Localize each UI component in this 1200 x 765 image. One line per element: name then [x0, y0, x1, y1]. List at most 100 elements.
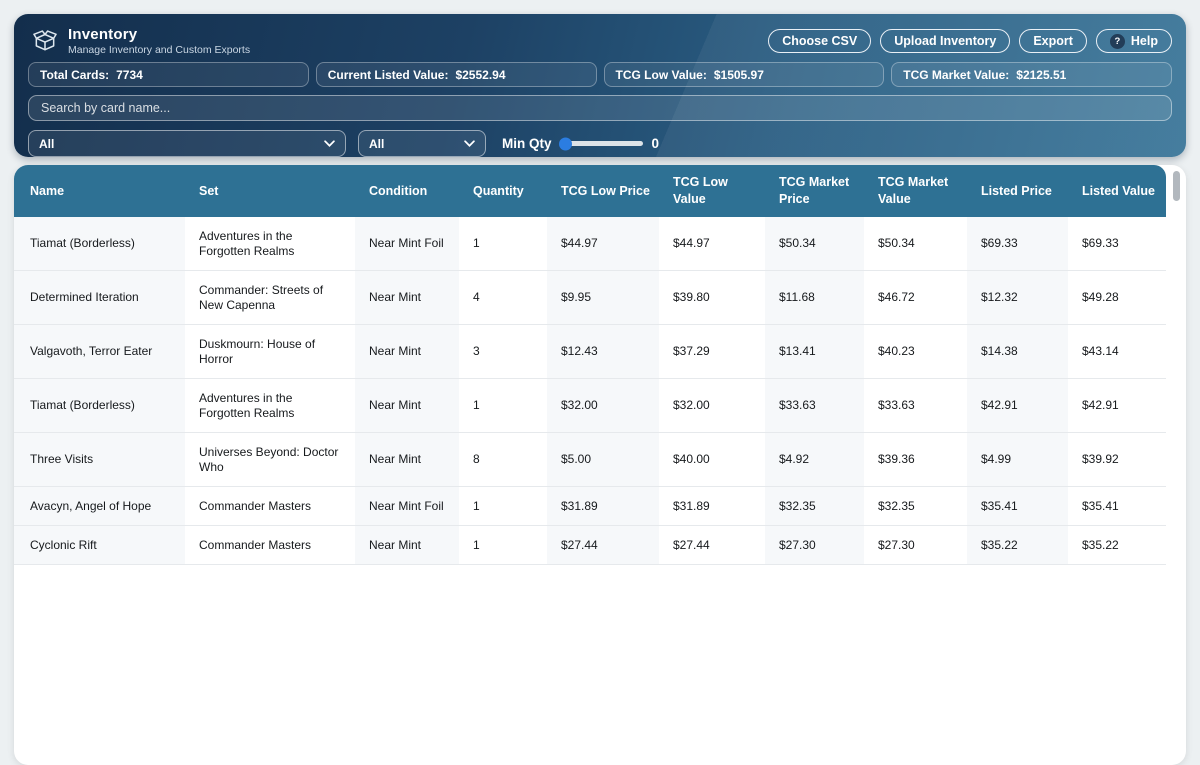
column-header: Quantity — [459, 165, 547, 217]
table-cell: $32.35 — [864, 487, 967, 526]
table-row: Cyclonic RiftCommander MastersNear Mint1… — [14, 526, 1166, 565]
button-label: Upload Inventory — [894, 34, 996, 48]
table-cell: $12.43 — [547, 325, 659, 379]
table-cell: $44.97 — [659, 217, 765, 271]
table-cell: $33.63 — [765, 379, 864, 433]
table-cell: $40.00 — [659, 433, 765, 487]
table-cell: Avacyn, Angel of Hope — [14, 487, 185, 526]
table-cell: Near Mint — [355, 526, 459, 565]
filter-dropdown-1-value: All — [39, 137, 54, 151]
table-cell: $9.95 — [547, 271, 659, 325]
stat-box: TCG Low Value: $1505.97 — [604, 62, 885, 87]
table-cell: Universes Beyond: Doctor Who — [185, 433, 355, 487]
column-header: TCG Market Value — [864, 165, 967, 217]
table-cell: 1 — [459, 487, 547, 526]
table-cell: $32.00 — [659, 379, 765, 433]
table-cell: Duskmourn: House of Horror — [185, 325, 355, 379]
header-buttons: Choose CSV Upload Inventory Export ?Help — [768, 29, 1172, 53]
table-cell: 3 — [459, 325, 547, 379]
table-cell: $35.22 — [1068, 526, 1166, 565]
table-cell: 1 — [459, 217, 547, 271]
table-body: Tiamat (Borderless)Adventures in the For… — [14, 217, 1166, 565]
export-button[interactable]: Export — [1019, 29, 1087, 53]
upload-inventory-button[interactable]: Upload Inventory — [880, 29, 1010, 53]
table-cell: Near Mint — [355, 271, 459, 325]
table-header: NameSetConditionQuantityTCG Low PriceTCG… — [14, 165, 1166, 217]
min-qty-slider-track[interactable] — [561, 141, 643, 146]
min-qty-label: Min Qty — [502, 136, 552, 151]
table-cell: $43.14 — [1068, 325, 1166, 379]
table-cell: Near Mint — [355, 433, 459, 487]
button-label: Help — [1131, 34, 1158, 48]
title-block: Inventory Manage Inventory and Custom Ex… — [68, 26, 250, 56]
table-cell: Adventures in the Forgotten Realms — [185, 379, 355, 433]
table-cell: $69.33 — [967, 217, 1068, 271]
table-cell: $11.68 — [765, 271, 864, 325]
table-cell: $42.91 — [967, 379, 1068, 433]
column-header: TCG Low Price — [547, 165, 659, 217]
min-qty-slider-thumb[interactable] — [559, 137, 572, 150]
table-cell: $39.36 — [864, 433, 967, 487]
table-row: Valgavoth, Terror EaterDuskmourn: House … — [14, 325, 1166, 379]
table-cell: $32.35 — [765, 487, 864, 526]
table-cell: $31.89 — [659, 487, 765, 526]
stat-label: TCG Market Value: — [903, 68, 1009, 82]
table-cell: $69.33 — [1068, 217, 1166, 271]
table-row: Determined IterationCommander: Streets o… — [14, 271, 1166, 325]
table-cell: 1 — [459, 526, 547, 565]
inventory-header-panel: Inventory Manage Inventory and Custom Ex… — [14, 14, 1186, 157]
stat-label: Current Listed Value: — [328, 68, 449, 82]
table-cell: Valgavoth, Terror Eater — [14, 325, 185, 379]
table-cell: 4 — [459, 271, 547, 325]
table-cell: $33.63 — [864, 379, 967, 433]
search-row — [28, 95, 1172, 121]
stat-box: TCG Market Value: $2125.51 — [891, 62, 1172, 87]
stat-value: $1505.97 — [714, 68, 764, 82]
table-cell: Near Mint Foil — [355, 217, 459, 271]
table-cell: $12.32 — [967, 271, 1068, 325]
help-button[interactable]: ?Help — [1096, 29, 1172, 53]
button-label: Choose CSV — [782, 34, 857, 48]
filter-dropdown-2[interactable]: All — [358, 130, 486, 157]
search-input[interactable] — [28, 95, 1172, 121]
table-cell: $13.41 — [765, 325, 864, 379]
table-cell: $40.23 — [864, 325, 967, 379]
stat-label: Total Cards: — [40, 68, 109, 82]
table-cell: Adventures in the Forgotten Realms — [185, 217, 355, 271]
chevron-down-icon — [464, 140, 475, 147]
table-cell: $35.41 — [967, 487, 1068, 526]
table-cell: $37.29 — [659, 325, 765, 379]
page-subtitle: Manage Inventory and Custom Exports — [68, 44, 250, 56]
table-row: Three VisitsUniverses Beyond: Doctor Who… — [14, 433, 1166, 487]
table-cell: $14.38 — [967, 325, 1068, 379]
table-cell: $32.00 — [547, 379, 659, 433]
chevron-down-icon — [324, 140, 335, 147]
table-cell: $49.28 — [1068, 271, 1166, 325]
column-header: Name — [14, 165, 185, 217]
filter-dropdown-1[interactable]: All — [28, 130, 346, 157]
table-cell: Cyclonic Rift — [14, 526, 185, 565]
table-cell: $46.72 — [864, 271, 967, 325]
table-cell: $35.22 — [967, 526, 1068, 565]
table-row: Tiamat (Borderless)Adventures in the For… — [14, 379, 1166, 433]
column-header: TCG Low Value — [659, 165, 765, 217]
table-cell: Determined Iteration — [14, 271, 185, 325]
table-cell: $35.41 — [1068, 487, 1166, 526]
column-header: Listed Value — [1068, 165, 1166, 217]
table-cell: $4.92 — [765, 433, 864, 487]
header-row: Inventory Manage Inventory and Custom Ex… — [28, 25, 1172, 57]
stat-label: TCG Low Value: — [616, 68, 707, 82]
stat-value: $2125.51 — [1016, 68, 1066, 82]
inventory-table: NameSetConditionQuantityTCG Low PriceTCG… — [14, 165, 1166, 565]
table-cell: $50.34 — [765, 217, 864, 271]
table-cell: $39.92 — [1068, 433, 1166, 487]
table-cell: Commander Masters — [185, 526, 355, 565]
choose-csv-button[interactable]: Choose CSV — [768, 29, 871, 53]
table-cell: $39.80 — [659, 271, 765, 325]
scrollbar-thumb[interactable] — [1173, 171, 1180, 201]
column-header: TCG Market Price — [765, 165, 864, 217]
table-header-row: NameSetConditionQuantityTCG Low PriceTCG… — [14, 165, 1166, 217]
package-box-icon — [32, 28, 58, 54]
table-cell: $31.89 — [547, 487, 659, 526]
table-cell: $27.30 — [864, 526, 967, 565]
